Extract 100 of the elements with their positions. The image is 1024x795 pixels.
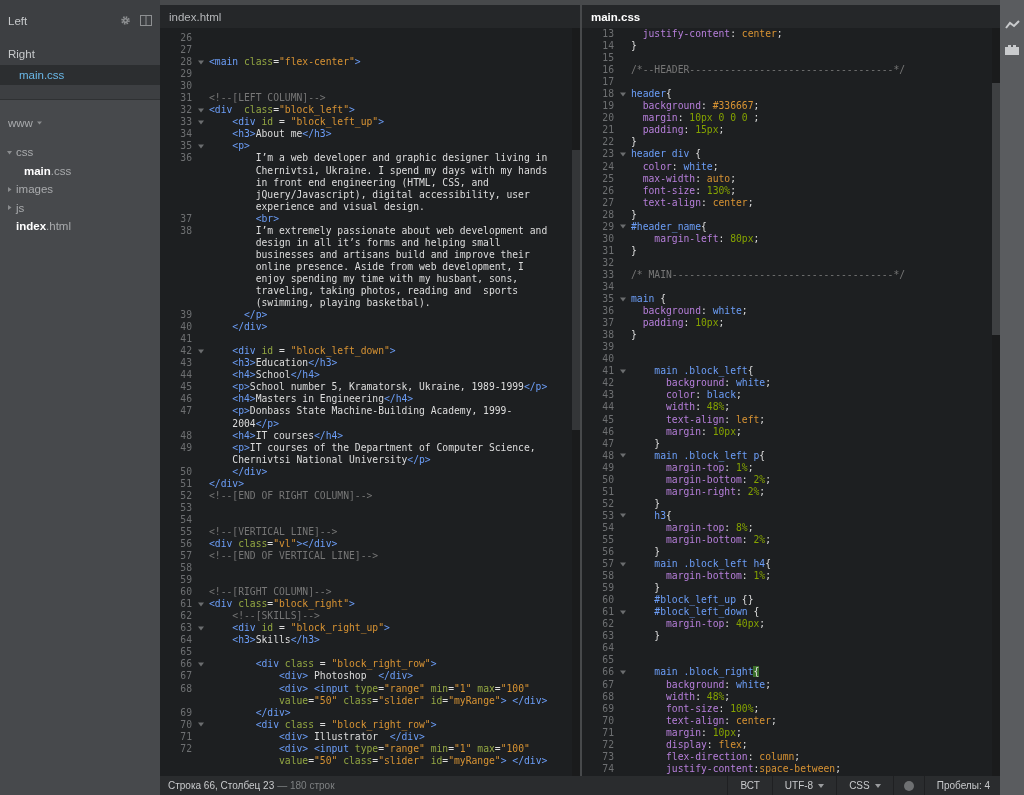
code-line: justify-content:space-between; <box>665 762 841 775</box>
code-line: /*--HEADER-----------------------------------*/ <box>631 64 906 77</box>
line-number: 69 <box>601 702 614 715</box>
code-line: <!--[VERTICAL LINE]--> <box>209 525 338 538</box>
file-tab[interactable]: main.css <box>591 10 641 23</box>
fold-arrow-icon[interactable] <box>620 453 626 459</box>
scrollbar[interactable] <box>992 28 1000 776</box>
line-number: 47 <box>179 405 192 418</box>
collapsed-arrow-icon[interactable] <box>7 186 12 192</box>
code-line: <h4>IT courses</h4> <box>231 429 344 442</box>
line-number: 53 <box>601 509 614 522</box>
fold-arrow-icon[interactable] <box>198 661 204 667</box>
fold-arrow-icon[interactable] <box>620 561 626 567</box>
line-number: 35 <box>601 293 614 306</box>
split-view-icon[interactable] <box>140 15 152 26</box>
fold-arrow-icon[interactable] <box>620 513 626 519</box>
line-number: 27 <box>179 44 192 57</box>
line-number: 33 <box>179 116 192 129</box>
fold-arrow-icon[interactable] <box>620 609 626 615</box>
folder-item[interactable]: images <box>16 183 54 196</box>
line-number: 33 <box>601 268 614 281</box>
line-number: 54 <box>601 521 614 534</box>
line-number: 59 <box>179 574 192 587</box>
line-number: 58 <box>601 570 614 583</box>
project-dropdown[interactable]: www <box>8 117 42 129</box>
code-line: margin-bottom: 2%; <box>665 473 771 486</box>
caret-icon[interactable] <box>818 783 825 788</box>
code-line: experience and visual design. <box>254 200 425 213</box>
code-line: background: white; <box>665 377 771 390</box>
collapsed-arrow-icon[interactable] <box>7 205 12 211</box>
file-tab[interactable]: index.html <box>169 10 222 23</box>
line-number: 36 <box>601 305 614 318</box>
fold-arrow-icon[interactable] <box>620 670 626 675</box>
open-file-item[interactable]: main.css <box>0 65 160 85</box>
line-number: 46 <box>601 425 614 438</box>
settings-icon[interactable] <box>120 15 131 26</box>
insert-mode[interactable]: ВСТ <box>727 776 772 795</box>
code-line: margin-bottom: 2%; <box>665 533 771 546</box>
live-preview-icon[interactable] <box>1004 20 1020 30</box>
code-line: flex-direction: column; <box>665 750 801 763</box>
line-number: 71 <box>601 726 614 739</box>
code-line: traveling, taking photos, reading and sports <box>254 285 519 298</box>
code-line: margin-top: 8%; <box>665 521 754 534</box>
code-line: <h3>Skills</h3> <box>231 634 320 647</box>
line-number: 67 <box>601 678 614 691</box>
line-number: 32 <box>179 104 192 117</box>
fold-arrow-icon[interactable] <box>620 368 626 374</box>
code-line: main .block_left p{ <box>653 449 766 462</box>
extension-icon[interactable] <box>1005 44 1019 55</box>
language-dropdown[interactable]: CSS <box>836 776 893 795</box>
code-line: margin-bottom: 1%; <box>665 570 771 583</box>
expanded-arrow-icon[interactable] <box>7 149 12 155</box>
caret-icon[interactable] <box>874 783 881 788</box>
line-number: 51 <box>601 485 614 498</box>
fold-arrow-icon[interactable] <box>198 107 204 113</box>
linter-status-icon[interactable] <box>903 780 914 791</box>
code-line: <div> <input type="range" min="1" max="100" <box>278 682 530 695</box>
line-number: 67 <box>179 670 192 683</box>
code-line: } <box>653 582 661 595</box>
fold-arrow-icon[interactable] <box>620 224 626 230</box>
fold-arrow-icon[interactable] <box>620 152 626 157</box>
line-number: 36 <box>179 152 192 165</box>
line-number: 54 <box>179 513 192 526</box>
fold-arrow-icon[interactable] <box>198 119 204 125</box>
fold-arrow-icon[interactable] <box>620 296 626 302</box>
code-line: I’m a web developer and graphic designer living in <box>254 152 548 165</box>
code-line: #block_left_down { <box>653 606 760 619</box>
code-line: } <box>631 244 637 257</box>
fold-arrow-icon[interactable] <box>198 601 204 607</box>
code-line: margin-top: 1%; <box>665 461 754 474</box>
working-set-title: Left <box>8 14 29 27</box>
folder-item[interactable]: css <box>16 146 34 159</box>
file-item[interactable]: main.css <box>24 164 72 177</box>
line-number: 26 <box>601 184 614 197</box>
working-set-title: Right <box>8 47 36 60</box>
code-line: <div class="block_right"> <box>209 598 355 611</box>
code-line: text-align: left; <box>665 413 766 426</box>
code-line: enjoy spending my time with my husbant, sons, <box>254 272 519 285</box>
code-line: margin: 10px 0 0 0 ; <box>641 112 760 125</box>
code-line: <div class = "block_right_row"> <box>254 718 437 731</box>
line-number: 37 <box>601 317 614 330</box>
fold-arrow-icon[interactable] <box>198 348 204 354</box>
fold-arrow-icon[interactable] <box>198 625 204 631</box>
caret-icon[interactable] <box>36 121 42 125</box>
code-line: text-align: center; <box>641 196 754 209</box>
fold-arrow-icon[interactable] <box>620 91 626 97</box>
file-item[interactable]: index.html <box>16 220 71 233</box>
code-line: <!--[SKILLS]--> <box>231 610 320 623</box>
code-line: } <box>653 630 661 643</box>
line-number: 34 <box>179 128 192 141</box>
line-number: 56 <box>601 546 614 559</box>
line-number: 53 <box>179 501 192 514</box>
folder-item[interactable]: js <box>16 201 25 214</box>
fold-arrow-icon[interactable] <box>198 59 204 65</box>
scrollbar[interactable] <box>572 28 580 776</box>
code-line: </div> <box>209 477 244 490</box>
fold-arrow-icon[interactable] <box>198 722 204 728</box>
encoding-dropdown[interactable]: UTF-8 <box>771 776 837 795</box>
line-number: 29 <box>179 68 192 81</box>
fold-arrow-icon[interactable] <box>198 143 204 149</box>
